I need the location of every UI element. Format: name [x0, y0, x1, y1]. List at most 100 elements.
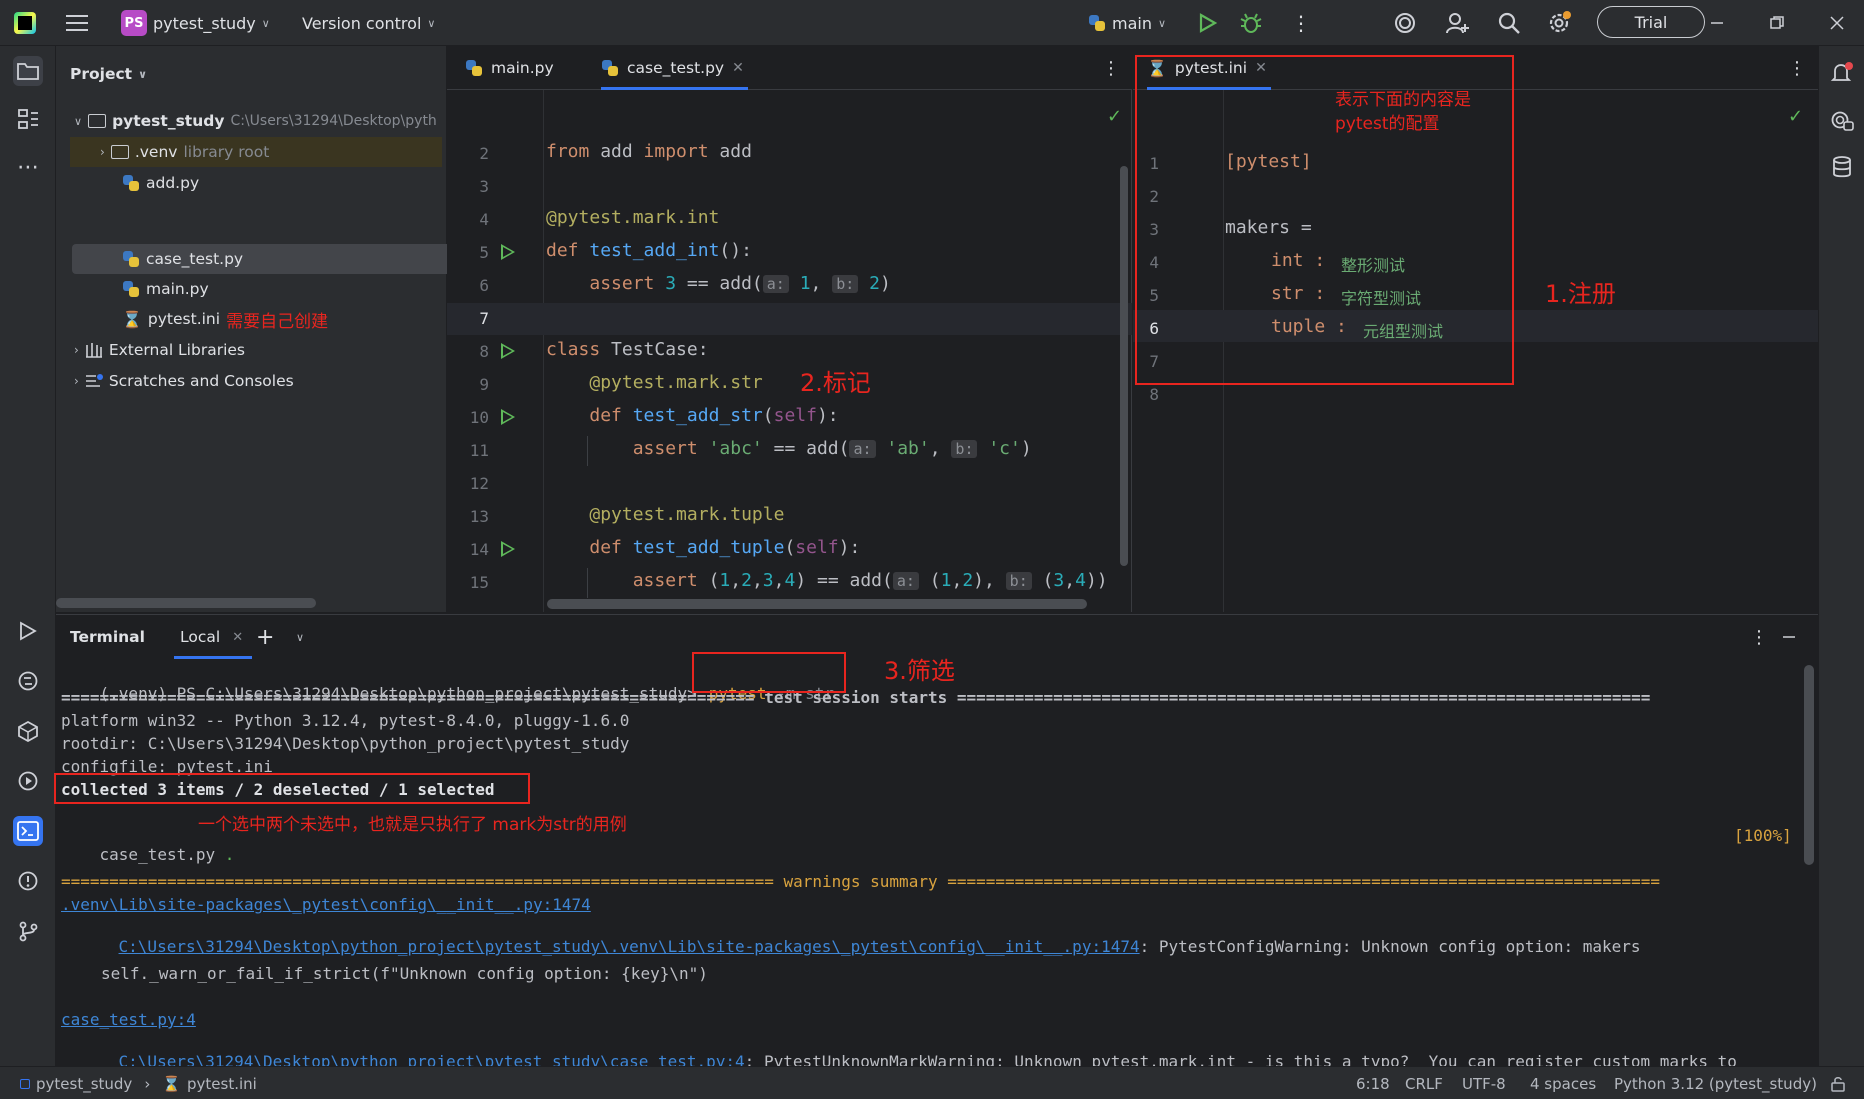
chevron-right-icon: › [74, 343, 79, 357]
code-line-13[interactable]: @pytest.mark.tuple [546, 504, 784, 525]
right-tool-strip [1818, 46, 1864, 1066]
run-test-gutter-icon[interactable] [501, 343, 515, 359]
left-tool-strip: ⋯ [0, 46, 56, 1066]
line-number: 13 [469, 507, 489, 526]
project-selector[interactable]: PS pytest_study ∨ [121, 0, 270, 46]
settings-gear-icon[interactable] [1546, 0, 1572, 46]
highlight-box-collected [54, 773, 530, 804]
highlight-box-command [692, 652, 846, 693]
editor-case-test: main.py case_test.py ✕ ⋮ 2 3 4 5 6 7 8 9… [447, 46, 1132, 612]
tab-main-py[interactable]: main.py [465, 46, 554, 90]
code-line-14[interactable]: def test_add_tuple(self): [546, 537, 860, 558]
tree-root-pytest-study[interactable]: ∨ pytest_study C:\Users\31294\Desktop\py… [74, 106, 447, 136]
close-tab-icon[interactable]: ✕ [232, 630, 243, 645]
file-label: add.py [146, 174, 200, 192]
notifications-bell-icon[interactable] [1827, 58, 1857, 88]
tab-options-icon[interactable]: ⋮ [1788, 46, 1806, 90]
line-separator[interactable]: CRLF [1405, 1067, 1443, 1099]
more-actions-icon[interactable]: ⋮ [1291, 0, 1311, 46]
code-line-15[interactable]: assert (1,2,3,4) == add(a: (1,2), b: (3,… [546, 570, 1108, 591]
search-icon[interactable] [1497, 0, 1521, 46]
terminal-warning-text: : PytestConfigWarning: Unknown config op… [1139, 937, 1641, 956]
terminal-progress: [100%] [1734, 826, 1792, 845]
run-button[interactable] [1199, 0, 1217, 46]
database-icon[interactable] [1827, 152, 1857, 182]
project-folder-icon[interactable] [13, 56, 43, 86]
libraries-icon [85, 343, 102, 358]
project-hscrollbar[interactable] [56, 598, 316, 608]
code-line-6[interactable]: assert 3 == add(a: 1, b: 2) [546, 273, 890, 294]
file-encoding[interactable]: UTF-8 [1462, 1067, 1506, 1099]
chevron-down-icon: ∨ [1157, 16, 1167, 30]
inspection-ok-icon[interactable]: ✓ [1107, 106, 1122, 127]
terminal-warning-path-link[interactable]: C:\Users\31294\Desktop\python_project\py… [119, 937, 1140, 956]
tree-item-main-py[interactable]: main.py [122, 274, 209, 304]
chevron-right-icon: › [144, 1074, 151, 1093]
hide-panel-icon[interactable] [1782, 615, 1796, 659]
code-line-10[interactable]: def test_add_str(self): [546, 405, 838, 426]
trial-button[interactable]: Trial [1597, 6, 1705, 38]
folder-icon [110, 145, 129, 159]
python-packages-icon[interactable] [13, 716, 43, 746]
tree-item-external-libraries[interactable]: › External Libraries [74, 335, 245, 365]
code-line-11[interactable]: assert 'abc' == add(a: 'ab', b: 'c') [546, 438, 1032, 459]
editor-hscrollbar[interactable] [547, 599, 1087, 609]
caret-position[interactable]: 6:18 [1356, 1067, 1390, 1099]
run-config-selector[interactable]: main ∨ [1088, 0, 1166, 46]
file-label: case_test.py [146, 250, 244, 268]
breadcrumb-file: pytest.ini [187, 1074, 257, 1093]
tree-item-venv[interactable]: › .venv library root [70, 137, 442, 167]
restore-icon[interactable] [1770, 0, 1784, 46]
code-line-4[interactable]: @pytest.mark.int [546, 207, 719, 228]
terminal-tab-local[interactable]: Local ✕ [174, 615, 252, 659]
terminal-warning-link[interactable]: .venv\Lib\site-packages\_pytest\config\_… [61, 895, 591, 914]
chevron-down-icon[interactable]: ∨ [296, 615, 304, 659]
breadcrumb[interactable]: pytest_study › ⌛ pytest.ini [20, 1067, 257, 1099]
highlight-box-ini [1135, 55, 1514, 385]
lock-icon[interactable] [1830, 1067, 1846, 1099]
tab-options-icon[interactable]: ⋮ [1102, 46, 1120, 90]
debug-button[interactable] [1240, 0, 1262, 46]
code-line-2[interactable]: from add import add [546, 141, 752, 162]
add-user-icon[interactable] [1445, 0, 1469, 46]
ai-chat-icon[interactable] [1827, 106, 1857, 136]
python-console-icon[interactable] [13, 666, 43, 696]
project-panel-header[interactable]: Project ∨ [70, 59, 147, 89]
ai-assistant-icon[interactable] [1393, 0, 1417, 46]
more-tools-icon[interactable]: ⋯ [13, 152, 43, 182]
close-icon[interactable] [1830, 0, 1844, 46]
version-control-menu[interactable]: Version control ∨ [302, 0, 435, 46]
new-terminal-icon[interactable]: + [256, 615, 274, 659]
code-line-5[interactable]: def test_add_int(): [546, 240, 752, 261]
git-branch-icon[interactable] [13, 916, 43, 946]
terminal-warning-link[interactable]: case_test.py:4 [61, 1010, 196, 1029]
tree-item-pytest-ini[interactable]: ⌛ pytest.ini 需要自己创建 [122, 304, 328, 334]
project-panel-title: Project [70, 65, 133, 83]
folder-icon [88, 114, 107, 128]
terminal-options-icon[interactable]: ⋮ [1750, 615, 1768, 659]
services-icon[interactable] [13, 766, 43, 796]
annotation-create-note: 需要自己创建 [226, 311, 329, 332]
problems-icon[interactable] [13, 866, 43, 896]
inspection-ok-icon[interactable]: ✓ [1788, 106, 1803, 127]
run-test-gutter-icon[interactable] [501, 244, 515, 260]
minimize-icon[interactable] [1710, 0, 1724, 46]
indent-setting[interactable]: 4 spaces [1530, 1067, 1596, 1099]
run-tool-icon[interactable] [13, 616, 43, 646]
line-number: 8 [479, 342, 489, 361]
close-tab-icon[interactable]: ✕ [732, 60, 744, 76]
tree-item-case-test-py[interactable]: case_test.py [122, 244, 243, 274]
tree-item-add-py[interactable]: add.py [122, 168, 199, 198]
code-line-8[interactable]: class TestCase: [546, 339, 709, 360]
terminal-tool-icon[interactable] [13, 816, 43, 846]
structure-icon[interactable] [13, 104, 43, 134]
run-test-gutter-icon[interactable] [501, 409, 515, 425]
main-menu-icon[interactable] [66, 0, 88, 46]
tab-case-test-py[interactable]: case_test.py ✕ [601, 46, 748, 90]
code-line-9[interactable]: @pytest.mark.str [546, 372, 762, 393]
python-interpreter[interactable]: Python 3.12 (pytest_study) [1614, 1067, 1817, 1099]
run-test-gutter-icon[interactable] [501, 541, 515, 557]
pycharm-logo-icon[interactable] [14, 0, 36, 46]
tree-item-scratches[interactable]: › Scratches and Consoles [74, 366, 294, 396]
terminal-vscrollbar[interactable] [1804, 665, 1814, 865]
